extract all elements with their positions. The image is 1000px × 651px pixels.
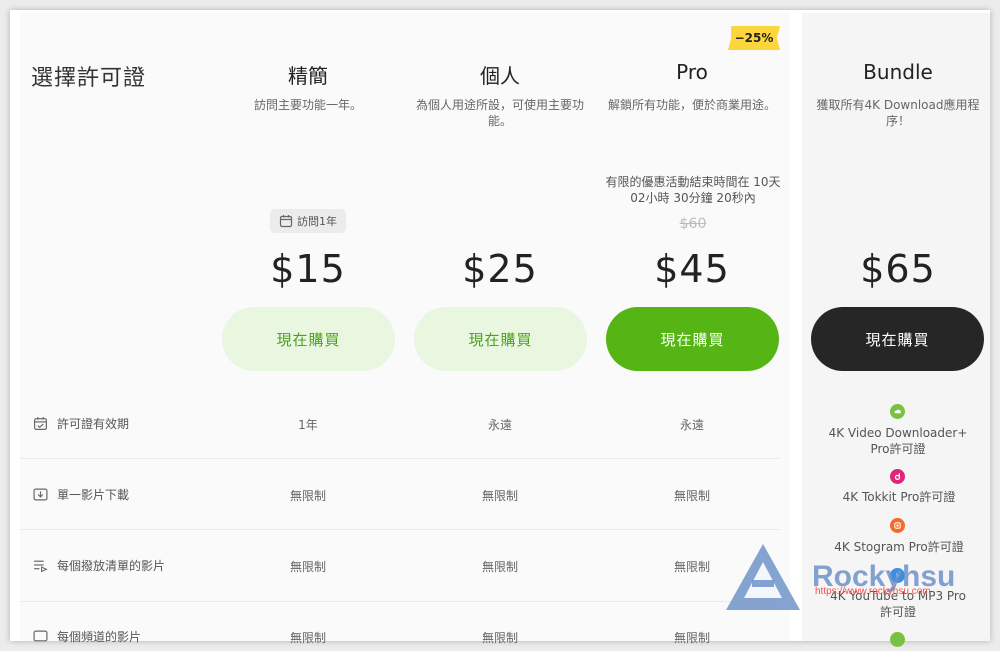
feature-value: 無限制 [289, 560, 326, 574]
feature-channel-videos: 每個頻道的影片 [33, 628, 141, 645]
playlist-icon [34, 560, 48, 573]
feature-value: 永遠 [679, 418, 704, 432]
plan-name-personal: 個人 [480, 64, 520, 88]
watermark-url: https://www.rockyhsu.com [815, 586, 931, 597]
plan-name-bundle: Bundle [863, 60, 933, 84]
access-duration-label: 訪問1年 [297, 215, 337, 228]
feature-label-text: 每個撥放清單的影片 [57, 559, 166, 573]
feature-value: 無限制 [673, 489, 710, 503]
section-title: 選擇許可證 [31, 66, 147, 91]
buy-button-lite[interactable]: 現在購買 [222, 307, 395, 371]
plan-desc-lite: 訪問主要功能一年。 [253, 98, 362, 112]
feature-value: 無限制 [289, 489, 326, 503]
channel-icon [33, 630, 48, 642]
app-icon [890, 632, 905, 647]
stogram-icon [890, 518, 905, 533]
buy-button-pro[interactable]: 現在購買 [606, 307, 779, 371]
feature-value: 無限制 [289, 631, 326, 645]
row-divider [20, 458, 780, 459]
price-personal: $25 [462, 247, 538, 291]
download-video-icon [33, 488, 48, 501]
rockyhsu-logo-icon [726, 544, 800, 610]
watermark: Rockyhsu [722, 540, 955, 614]
discount-badge: −25% [728, 26, 780, 50]
video-downloader-icon [890, 404, 905, 419]
feature-value: 永遠 [487, 418, 512, 432]
feature-value: 無限制 [481, 631, 518, 645]
feature-license-validity: 許可證有效期 [33, 415, 129, 432]
calendar-icon [279, 215, 293, 228]
promo-countdown: 有限的優惠活動結束時間在 10天 02小時 30分鐘 20秒內 [605, 175, 781, 205]
bundle-item-tokkit: 4K Tokkit Pro許可證 [842, 490, 956, 504]
feature-value: 1年 [298, 418, 318, 432]
feature-label-text: 許可證有效期 [57, 417, 130, 431]
row-divider [20, 601, 780, 602]
feature-label-text: 單一影片下載 [57, 488, 130, 502]
plan-desc-bundle: 獲取所有4K Download應用程序！ [816, 98, 980, 128]
bundle-item-video-downloader: 4K Video Downloader+ Pro許可證 [828, 426, 968, 456]
feature-label-text: 每個頻道的影片 [57, 630, 142, 644]
plan-name-lite: 精簡 [288, 64, 328, 88]
price-pro: $45 [654, 247, 730, 291]
feature-playlist-videos: 每個撥放清單的影片 [33, 557, 165, 574]
buy-button-personal[interactable]: 現在購買 [414, 307, 587, 371]
buy-button-bundle[interactable]: 現在購買 [811, 307, 984, 371]
calendar-icon [34, 417, 47, 430]
access-duration-badge: 訪問1年 [270, 209, 346, 233]
price-lite: $15 [270, 247, 346, 291]
feature-single-video-download: 單一影片下載 [33, 486, 129, 503]
row-divider [20, 529, 780, 530]
feature-value: 無限制 [673, 631, 710, 645]
feature-value: 無限制 [481, 560, 518, 574]
plan-desc-pro: 解鎖所有功能，便於商業用途。 [607, 98, 776, 112]
original-price: $60 [679, 216, 707, 232]
tokkit-icon [890, 469, 905, 484]
price-bundle: $65 [860, 247, 936, 291]
plan-desc-personal: 為個人用途所設，可使用主要功能。 [415, 98, 584, 128]
plan-name-pro: Pro [676, 60, 708, 84]
feature-value: 無限制 [481, 489, 518, 503]
